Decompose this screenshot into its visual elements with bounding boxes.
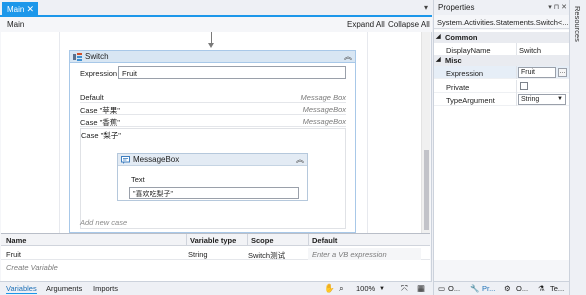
column-header-type[interactable]: Variable type [190, 236, 236, 245]
variable-type[interactable]: String [188, 250, 208, 259]
overview-map-icon[interactable]: ▦ [417, 283, 425, 294]
breadcrumb[interactable]: Main [7, 20, 24, 29]
chevron-down-icon[interactable]: ▼ [557, 96, 563, 102]
variables-header: Name Variable type Scope Default [1, 234, 430, 246]
variable-name[interactable]: Fruit [6, 250, 21, 259]
tab-imports[interactable]: Imports [93, 284, 118, 293]
messagebox-text-label: Text [131, 175, 145, 184]
category-common[interactable]: ◢ Common [434, 32, 570, 43]
expanded-case-label: Case "梨子" [81, 131, 121, 140]
expand-all-button[interactable]: Expand All [347, 20, 385, 29]
chevron-down-icon[interactable]: ▼ [379, 286, 385, 292]
tab-test[interactable]: Te... [550, 284, 564, 293]
switch-activity[interactable]: Switch ︽ Expression Fruit Default Messag… [69, 50, 356, 233]
tab-main[interactable]: Main ✕ [2, 2, 38, 17]
column-divider [516, 93, 517, 106]
default-case-value: Message Box [300, 93, 346, 102]
messagebox-activity[interactable]: MessageBox ︽ Text "喜欢吃梨子" [117, 153, 308, 201]
variables-panel: Name Variable type Scope Default Fruit S… [1, 233, 430, 281]
column-header-default[interactable]: Default [312, 236, 337, 245]
variable-default-input[interactable]: Enter a VB expression [312, 250, 387, 259]
sequence-guide-right [367, 32, 368, 233]
flow-arrow-icon [208, 43, 214, 48]
designer-canvas[interactable]: Switch ︽ Expression Fruit Default Messag… [1, 32, 430, 233]
tab-object-browser-icon[interactable]: ⚙ [504, 284, 511, 293]
case-activity: MessageBox [302, 117, 346, 126]
collapse-icon[interactable]: ︽ [296, 154, 304, 165]
tab-main-label: Main [7, 5, 25, 14]
add-new-case-link[interactable]: Add new case [80, 218, 127, 227]
properties-panel: Properties ▾ ⊓ ✕ System.Activities.State… [433, 0, 570, 295]
tab-properties[interactable]: Pr... [482, 284, 495, 293]
switch-header[interactable]: Switch ︽ [70, 51, 355, 63]
default-case-label: Default [80, 93, 104, 102]
typeargument-select[interactable]: String ▼ [518, 94, 566, 105]
messagebox-title: MessageBox [133, 155, 180, 164]
fit-to-screen-icon[interactable]: ⤧ [401, 283, 408, 294]
tab-outline-icon[interactable]: ▭ [438, 284, 445, 293]
tab-object-browser[interactable]: O... [516, 284, 528, 293]
expression-property-input[interactable]: Fruit [518, 67, 556, 78]
tab-properties-icon[interactable]: 🔧 [470, 284, 479, 293]
expression-label: Expression [80, 69, 118, 78]
collapse-all-button[interactable]: Collapse All [388, 20, 430, 29]
typeargument-value: String [521, 96, 540, 103]
selected-object-type: System.Activities.Statements.Switch<... [434, 15, 570, 29]
column-header-name[interactable]: Name [6, 236, 26, 245]
case-row[interactable]: Case "香蕉" MessageBox [80, 115, 346, 127]
create-variable-link[interactable]: Create Variable [6, 263, 58, 272]
case-activity: MessageBox [302, 105, 346, 114]
collapse-icon[interactable]: ︽ [344, 51, 352, 62]
properties-bottom-tabs: ▭ O... 🔧 Pr... ⚙ O... ⚗ Te... [434, 281, 570, 295]
tab-test-icon[interactable]: ⚗ [538, 284, 545, 293]
designer-toolbar: Main Expand All Collapse All [0, 17, 432, 32]
case-row[interactable]: Case "苹果" MessageBox [80, 103, 346, 115]
expression-input[interactable]: Fruit [118, 66, 346, 79]
category-misc[interactable]: ◢ Misc [434, 55, 570, 66]
pan-hand-icon[interactable]: ✋ [324, 283, 335, 294]
column-header-scope[interactable]: Scope [251, 236, 274, 245]
panel-controls-icon[interactable]: ▾ ⊓ ✕ [548, 3, 567, 11]
displayname-value[interactable]: Switch [519, 46, 541, 55]
properties-title-bar: Properties ▾ ⊓ ✕ [434, 0, 570, 15]
collapse-category-icon[interactable]: ◢ [436, 56, 441, 63]
column-divider [516, 66, 517, 79]
tab-outline[interactable]: O... [448, 284, 460, 293]
tab-dropdown-icon[interactable]: ▾ [424, 3, 428, 12]
designer-bottom-bar: Variables Arguments Imports ✋ ⌕ 100% ▼ ⤧… [0, 281, 432, 295]
switch-icon [73, 53, 82, 61]
variable-scope[interactable]: Switch测试 [248, 250, 285, 261]
table-row[interactable]: Fruit String Switch测试 Enter a VB express… [1, 248, 430, 260]
collapse-category-icon[interactable]: ◢ [436, 33, 441, 40]
ellipsis-button[interactable]: … [558, 68, 567, 77]
tab-arguments[interactable]: Arguments [46, 284, 82, 293]
case-label: Case "香蕉" [80, 118, 120, 127]
close-icon[interactable]: ✕ [26, 4, 34, 15]
column-separator [308, 234, 309, 246]
canvas-vertical-scrollbar[interactable] [421, 32, 430, 233]
tab-variables[interactable]: Variables [6, 284, 37, 294]
default-case-row[interactable]: Default Message Box [80, 91, 346, 103]
private-checkbox[interactable] [520, 82, 528, 90]
property-expression[interactable]: Expression Fruit … [434, 66, 570, 79]
messagebox-header[interactable]: MessageBox ︽ [118, 154, 307, 166]
property-grid: ◢ Common DisplayName Switch ◢ Misc Expre… [434, 30, 570, 260]
column-separator [247, 234, 248, 246]
column-divider [516, 80, 517, 93]
properties-title: Properties [438, 3, 475, 12]
zoom-select[interactable]: 100% [356, 284, 375, 293]
resources-tab[interactable]: Resources [573, 6, 582, 42]
scrollbar-thumb[interactable] [424, 150, 429, 230]
workflow-designer: Main ✕ ▾ Main Expand All Collapse All Sw… [0, 0, 432, 295]
sequence-guide-left [59, 32, 60, 233]
side-tool-strip: Resources [569, 0, 586, 295]
property-private[interactable]: Private [434, 80, 570, 93]
property-typeargument[interactable]: TypeArgument String ▼ [434, 93, 570, 106]
switch-title: Switch [85, 52, 109, 61]
messagebox-text-input[interactable]: "喜欢吃梨子" [129, 187, 299, 199]
messagebox-icon [121, 156, 130, 164]
zoom-search-icon[interactable]: ⌕ [339, 283, 344, 294]
document-tabstrip: Main ✕ ▾ [0, 0, 432, 17]
column-separator [186, 234, 187, 246]
